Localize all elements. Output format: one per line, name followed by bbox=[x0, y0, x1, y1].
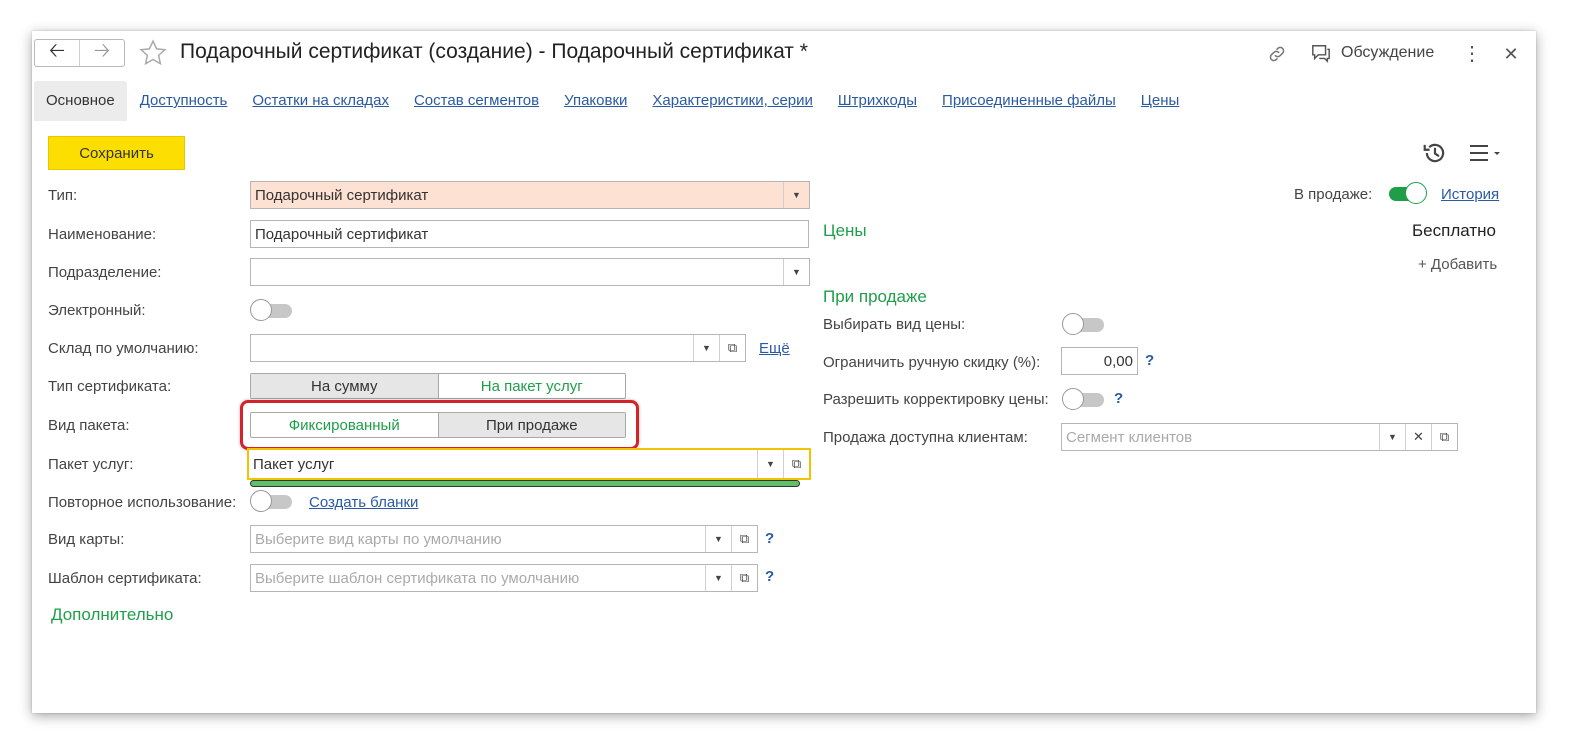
type-label: Тип: bbox=[48, 187, 78, 204]
card-kind-help[interactable]: ? bbox=[765, 530, 774, 547]
limit-discount-input[interactable]: 0,00 bbox=[1061, 347, 1138, 375]
cert-type-switch[interactable]: На сумму На пакет услуг bbox=[250, 373, 626, 399]
template-select[interactable]: Выберите шаблон сертификата по умолчанию… bbox=[250, 564, 758, 592]
prices-heading: Цены bbox=[823, 221, 867, 240]
allow-correction-label: Разрешить корректировку цены: bbox=[823, 391, 1049, 408]
package-kind-label: Вид пакета: bbox=[48, 417, 130, 434]
on-sale-label: В продаже: bbox=[1294, 186, 1373, 203]
template-help[interactable]: ? bbox=[765, 568, 774, 585]
tab-files[interactable]: Присоединенные файлы bbox=[930, 81, 1128, 121]
more-icon[interactable]: ⋮ bbox=[1462, 43, 1482, 65]
window-title: Подарочный сертификат (создание) - Подар… bbox=[180, 40, 808, 63]
dropdown-icon[interactable]: ▼ bbox=[705, 526, 731, 552]
package-underline bbox=[250, 480, 800, 487]
tab-main[interactable]: Основное bbox=[34, 81, 127, 121]
type-select[interactable]: Подарочный сертификат ▼ bbox=[250, 181, 810, 209]
limit-discount-label: Ограничить ручную скидку (%): bbox=[823, 354, 1041, 371]
back-arrow-icon[interactable]: 🡠 bbox=[35, 40, 79, 66]
electronic-toggle[interactable] bbox=[250, 299, 294, 321]
menu-icon[interactable] bbox=[1466, 141, 1506, 165]
additional-heading[interactable]: Дополнительно bbox=[51, 605, 173, 625]
template-label: Шаблон сертификата: bbox=[48, 570, 202, 587]
package-label: Пакет услуг: bbox=[48, 456, 134, 473]
card-kind-label: Вид карты: bbox=[48, 531, 125, 548]
discussion-button[interactable]: Обсуждение bbox=[1341, 44, 1434, 62]
cert-type-label: Тип сертификата: bbox=[48, 378, 172, 395]
allow-correction-toggle[interactable] bbox=[1062, 388, 1106, 410]
dropdown-icon[interactable]: ▼ bbox=[757, 450, 783, 478]
discussion-icon[interactable] bbox=[1309, 42, 1333, 64]
save-button[interactable]: Сохранить bbox=[48, 136, 185, 170]
cert-type-package[interactable]: На пакет услуг bbox=[437, 374, 626, 398]
open-icon[interactable]: ⧉ bbox=[783, 450, 809, 478]
open-icon[interactable]: ⧉ bbox=[731, 526, 757, 552]
card-kind-placeholder: Выберите вид карты по умолчанию bbox=[255, 530, 502, 548]
package-kind-switch[interactable]: Фиксированный При продаже bbox=[250, 412, 626, 438]
tab-prices[interactable]: Цены bbox=[1129, 81, 1192, 121]
tab-barcodes[interactable]: Штрихкоды bbox=[826, 81, 929, 121]
tab-stock[interactable]: Остатки на складах bbox=[240, 81, 401, 121]
name-label: Наименование: bbox=[48, 226, 157, 243]
name-input[interactable]: Подарочный сертификат bbox=[250, 220, 809, 248]
history-icon[interactable] bbox=[1420, 139, 1450, 167]
name-value: Подарочный сертификат bbox=[255, 225, 429, 243]
division-select[interactable]: ▼ bbox=[250, 258, 810, 286]
template-placeholder: Выберите шаблон сертификата по умолчанию bbox=[255, 569, 580, 587]
tab-availability[interactable]: Доступность bbox=[128, 81, 240, 121]
open-icon[interactable]: ⧉ bbox=[1431, 424, 1457, 450]
package-kind-fixed[interactable]: Фиксированный bbox=[251, 413, 438, 437]
form-window: 🡠 🡢 Подарочный сертификат (создание) - П… bbox=[32, 31, 1536, 713]
limit-discount-help[interactable]: ? bbox=[1145, 352, 1154, 369]
choose-price-label: Выбирать вид цены: bbox=[823, 316, 966, 333]
clear-icon[interactable]: ✕ bbox=[1405, 424, 1431, 450]
on-sale-heading: При продаже bbox=[823, 287, 927, 306]
dropdown-icon[interactable]: ▼ bbox=[783, 259, 809, 285]
close-icon[interactable]: ✕ bbox=[1500, 43, 1522, 65]
division-label: Подразделение: bbox=[48, 264, 162, 281]
open-icon[interactable]: ⧉ bbox=[719, 335, 745, 361]
tab-bar: Основное Доступность Остатки на складах … bbox=[34, 81, 1192, 121]
cert-type-sum[interactable]: На сумму bbox=[251, 374, 438, 398]
tab-segments[interactable]: Состав сегментов bbox=[402, 81, 551, 121]
tab-packaging[interactable]: Упаковки bbox=[552, 81, 639, 121]
dropdown-icon[interactable]: ▼ bbox=[1379, 424, 1405, 450]
star-icon[interactable] bbox=[136, 37, 170, 69]
reuse-toggle[interactable] bbox=[250, 490, 294, 512]
reuse-label: Повторное использование: bbox=[48, 494, 237, 511]
package-kind-on-sale[interactable]: При продаже bbox=[437, 413, 625, 437]
free-label: Бесплатно bbox=[1412, 221, 1496, 240]
link-icon[interactable] bbox=[1266, 43, 1288, 65]
clients-placeholder: Сегмент клиентов bbox=[1066, 428, 1193, 446]
type-value: Подарочный сертификат bbox=[255, 186, 429, 204]
limit-discount-value: 0,00 bbox=[1103, 352, 1133, 370]
clients-select[interactable]: Сегмент клиентов ▼ ✕ ⧉ bbox=[1061, 423, 1458, 451]
card-kind-select[interactable]: Выберите вид карты по умолчанию ▼ ⧉ bbox=[250, 525, 758, 553]
open-icon[interactable]: ⧉ bbox=[731, 565, 757, 591]
more-link[interactable]: Ещё bbox=[759, 340, 790, 357]
package-select[interactable]: Пакет услуг ▼ ⧉ bbox=[247, 448, 811, 480]
electronic-label: Электронный: bbox=[48, 302, 146, 319]
on-sale-toggle[interactable] bbox=[1383, 182, 1427, 204]
choose-price-toggle[interactable] bbox=[1062, 313, 1106, 335]
warehouse-select[interactable]: ▼ ⧉ bbox=[250, 334, 746, 362]
warehouse-label: Склад по умолчанию: bbox=[48, 340, 199, 357]
dropdown-icon[interactable]: ▼ bbox=[783, 182, 809, 208]
create-blanks-link[interactable]: Создать бланки bbox=[309, 494, 418, 511]
history-link[interactable]: История bbox=[1441, 186, 1499, 203]
dropdown-icon[interactable]: ▼ bbox=[693, 335, 719, 361]
clients-label: Продажа доступна клиентам: bbox=[823, 429, 1028, 446]
allow-correction-help[interactable]: ? bbox=[1114, 390, 1123, 407]
nav-buttons: 🡠 🡢 bbox=[34, 39, 125, 67]
tab-characteristics[interactable]: Характеристики, серии bbox=[640, 81, 825, 121]
package-value: Пакет услуг bbox=[253, 455, 335, 473]
add-price-button[interactable]: + Добавить bbox=[1418, 256, 1497, 273]
dropdown-icon[interactable]: ▼ bbox=[705, 565, 731, 591]
forward-arrow-icon[interactable]: 🡢 bbox=[79, 40, 124, 66]
